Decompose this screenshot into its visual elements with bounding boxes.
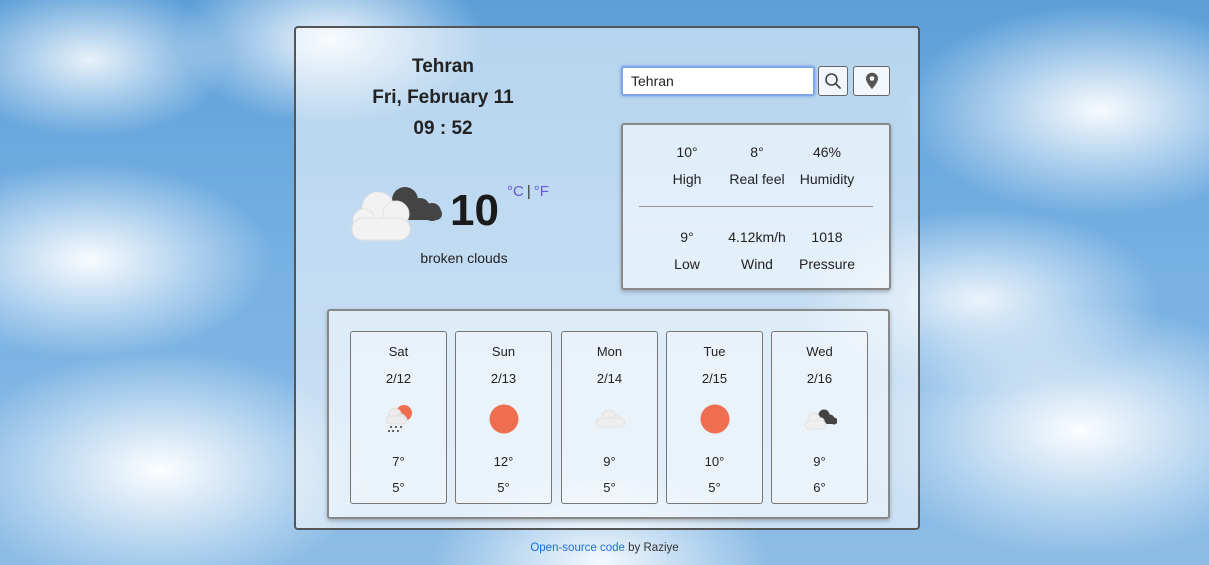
- location-pin-icon: [865, 72, 878, 89]
- forecast-low: 5°: [708, 480, 721, 495]
- forecast-date: 2/14: [596, 371, 623, 386]
- weather-details-panel: 10° High 8° Real feel 46% Humidity 9° Lo…: [621, 123, 891, 290]
- forecast-panel: Sat 2/12 7° 5° Sun 2/13 12° 5° Mon 2/14 …: [327, 309, 890, 519]
- forecast-day-wed: Wed 2/16 9° 6°: [771, 331, 868, 504]
- search-icon: [825, 73, 841, 89]
- forecast-high: 10°: [704, 454, 725, 469]
- forecast-low: 5°: [497, 480, 510, 495]
- forecast-day-name: Sat: [388, 344, 409, 359]
- current-temperature: 10: [450, 186, 499, 235]
- forecast-low: 6°: [813, 480, 826, 495]
- forecast-high: 7°: [392, 454, 405, 469]
- broken-clouds-icon: [804, 409, 837, 430]
- broken-clouds-icon: [351, 187, 442, 241]
- forecast-day-name: Wed: [806, 344, 833, 359]
- forecast-day-sat: Sat 2/12 7° 5°: [350, 331, 447, 504]
- forecast-low: 5°: [603, 480, 616, 495]
- forecast-day-mon: Mon 2/14 9° 5°: [561, 331, 658, 504]
- search-button[interactable]: [818, 66, 848, 96]
- forecast-high: 9°: [603, 454, 616, 469]
- forecast-date: 2/16: [806, 371, 833, 386]
- current-location-button[interactable]: [853, 66, 890, 96]
- current-time: 09 : 52: [413, 118, 473, 139]
- cloud-icon: [595, 409, 626, 428]
- footer: Open-source code by Raziye: [0, 542, 1209, 554]
- city-name: Tehran: [412, 56, 474, 77]
- sun-icon: [700, 404, 730, 434]
- weather-description: broken clouds: [420, 250, 508, 266]
- stat-pressure-value: 1018: [811, 229, 843, 245]
- stat-humidity-label: Humidity: [799, 171, 855, 187]
- forecast-day-tue: Tue 2/15 10° 5°: [666, 331, 763, 504]
- city-search-input[interactable]: [621, 66, 815, 96]
- unit-toggle: °C | °F: [507, 183, 549, 200]
- stats-divider: [639, 206, 873, 207]
- forecast-day-name: Tue: [703, 344, 726, 359]
- forecast-low: 5°: [392, 480, 405, 495]
- unit-separator: |: [526, 183, 531, 200]
- forecast-day-name: Mon: [596, 344, 623, 359]
- forecast-date: 2/15: [701, 371, 728, 386]
- stat-pressure: 1018 Pressure: [782, 229, 872, 272]
- forecast-high: 9°: [813, 454, 826, 469]
- forecast-day-sun: Sun 2/13 12° 5°: [455, 331, 552, 504]
- current-date: Fri, February 11: [372, 87, 514, 108]
- stat-humidity-value: 46%: [812, 144, 842, 160]
- sun-rain-icon: [385, 405, 412, 433]
- stat-pressure-label: Pressure: [798, 256, 856, 272]
- forecast-date: 2/12: [385, 371, 412, 386]
- weather-card: Tehran Fri, February 11 09 : 52 10 °C | °F…: [294, 26, 920, 530]
- fahrenheit-toggle[interactable]: °F: [534, 183, 549, 200]
- forecast-day-name: Sun: [491, 344, 516, 359]
- footer-author: by Raziye: [624, 542, 679, 554]
- forecast-date: 2/13: [490, 371, 517, 386]
- forecast-high: 12°: [493, 454, 514, 469]
- sun-icon: [489, 404, 519, 434]
- source-code-link[interactable]: Open-source code: [530, 542, 625, 554]
- stat-humidity: 46% Humidity: [782, 144, 872, 187]
- celsius-toggle[interactable]: °C: [507, 183, 524, 200]
